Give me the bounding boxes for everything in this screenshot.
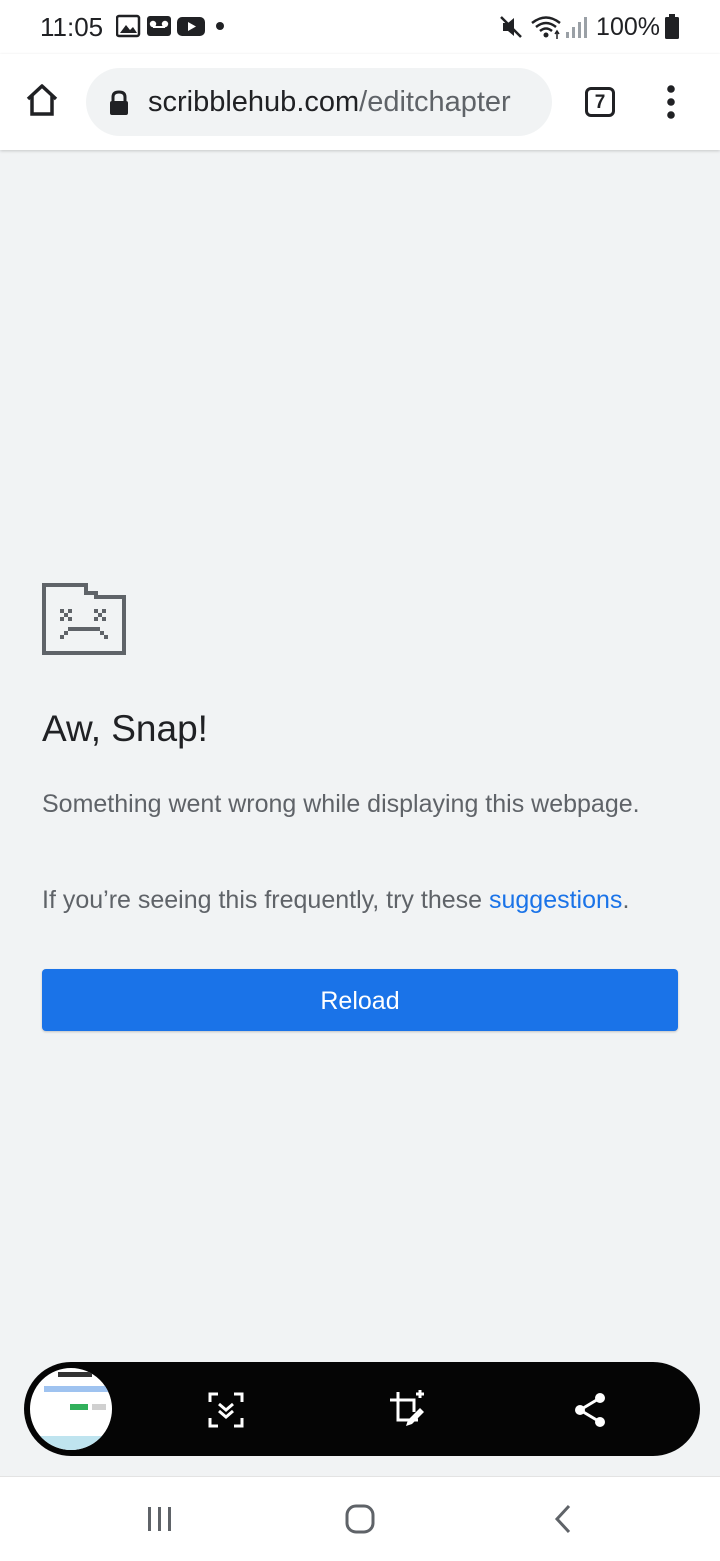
browser-toolbar: scribblehub.com/editchapter 7 — [0, 54, 720, 150]
navigation-bar — [0, 1476, 720, 1561]
sad-folder-icon — [42, 583, 126, 655]
tab-switcher-button[interactable]: 7 — [585, 87, 615, 117]
share-icon[interactable] — [570, 1390, 610, 1430]
error-hint-text: If you’re seeing this frequently, try th… — [42, 886, 489, 914]
reload-button[interactable]: Reload — [42, 969, 678, 1031]
dot-icon — [216, 22, 224, 30]
crop-edit-icon[interactable] — [388, 1390, 428, 1430]
screenshot-thumbnail[interactable] — [27, 1365, 115, 1453]
url-domain: scribblehub.com — [148, 86, 360, 118]
error-hint-suffix: . — [622, 886, 630, 914]
url-path: /editchapter — [359, 86, 511, 118]
image-icon — [116, 14, 141, 38]
status-bar: 11:05 100% — [0, 0, 720, 54]
signal-icon — [566, 17, 588, 38]
mute-icon — [500, 16, 522, 38]
error-title: Aw, Snap! — [42, 708, 208, 749]
status-time: 11:05 — [40, 12, 104, 42]
status-right: 100% — [498, 12, 680, 42]
lock-icon — [110, 90, 128, 115]
more-vert-icon[interactable] — [658, 84, 684, 120]
address-bar[interactable]: scribblehub.com/editchapter — [86, 68, 552, 136]
suggestions-link[interactable]: suggestions — [489, 886, 622, 914]
home-nav-icon[interactable] — [344, 1503, 376, 1535]
youtube-icon — [177, 17, 205, 36]
screenshot-toolbar — [24, 1362, 700, 1456]
notification-icons — [116, 14, 224, 38]
battery-icon — [665, 14, 679, 39]
recents-icon[interactable] — [144, 1503, 176, 1535]
voicemail-icon — [147, 16, 171, 36]
back-icon[interactable] — [548, 1503, 580, 1535]
scroll-capture-icon[interactable] — [206, 1390, 246, 1430]
battery-percentage: 100% — [596, 12, 660, 41]
url-text: scribblehub.com/editchapter — [148, 86, 511, 119]
wifi-icon — [531, 16, 561, 39]
home-icon[interactable] — [24, 82, 60, 118]
error-message: Something went wrong while displaying th… — [42, 790, 640, 818]
error-hint: If you’re seeing this frequently, try th… — [42, 884, 692, 916]
